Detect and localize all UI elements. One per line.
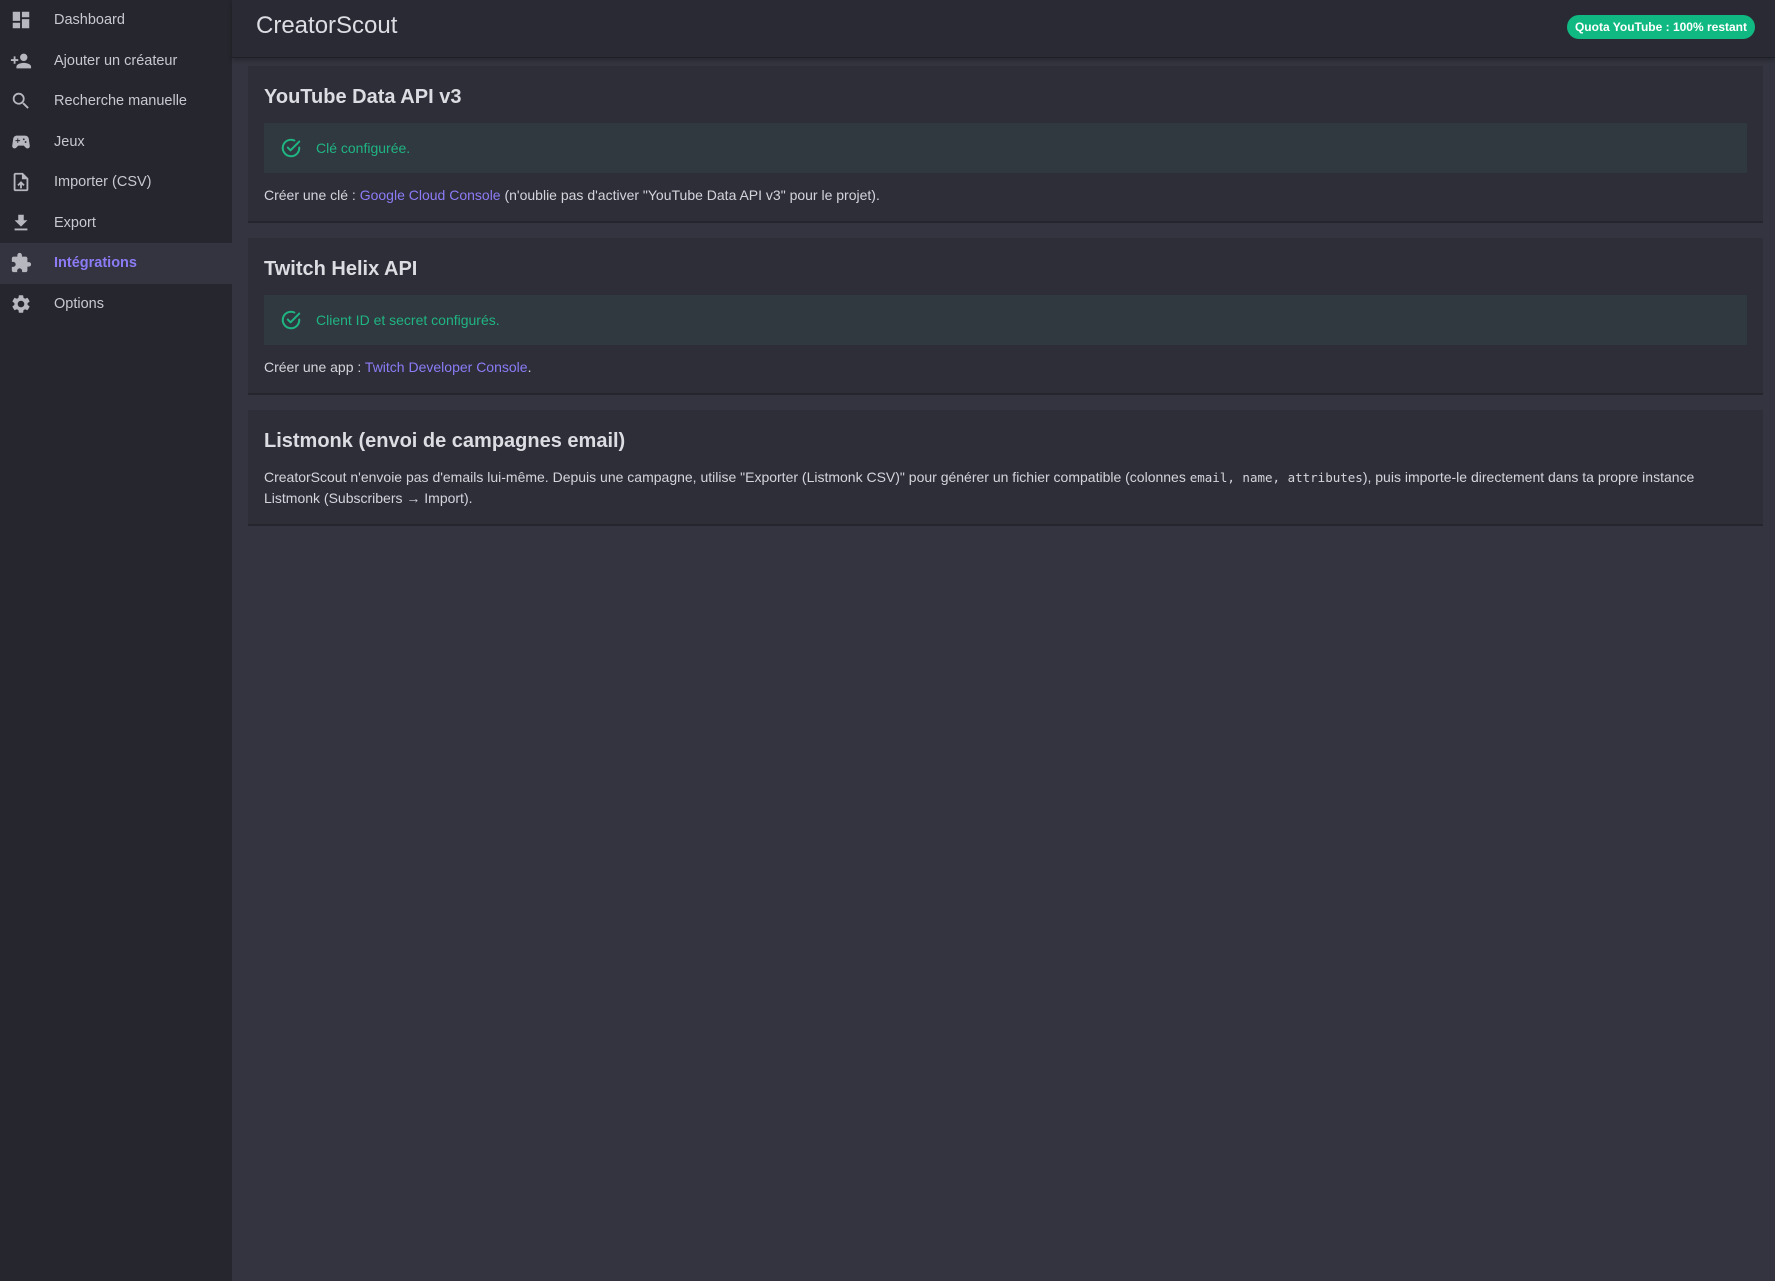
card-description: Créer une clé : Google Cloud Console (n'… — [264, 185, 1747, 205]
description-text: Créer une clé : — [264, 187, 360, 203]
gamepad-icon — [10, 131, 32, 153]
sidebar-item-add-creator[interactable]: Ajouter un créateur — [0, 41, 232, 82]
puzzle-icon — [10, 252, 32, 274]
alert-text: Clé configurée. — [316, 140, 411, 156]
sidebar-item-integrations[interactable]: Intégrations — [0, 243, 232, 284]
download-icon — [10, 212, 32, 234]
sidebar-item-dashboard[interactable]: Dashboard — [0, 0, 232, 41]
listmonk-card: Listmonk (envoi de campagnes email) Crea… — [248, 410, 1763, 526]
sidebar-item-label: Jeux — [54, 133, 85, 150]
sidebar-item-label: Ajouter un créateur — [54, 52, 178, 69]
sidebar-item-label: Recherche manuelle — [54, 93, 187, 110]
file-upload-icon — [10, 171, 32, 193]
description-text: Créer une app : — [264, 359, 365, 375]
card-description: Créer une app : Twitch Developer Console… — [264, 357, 1747, 377]
google-cloud-console-link[interactable]: Google Cloud Console — [360, 187, 501, 203]
sidebar-item-export[interactable]: Export — [0, 203, 232, 244]
sidebar-item-options[interactable]: Options — [0, 284, 232, 325]
gear-icon — [10, 293, 32, 315]
twitch-card: Twitch Helix API Client ID et secret con… — [248, 238, 1763, 395]
main-content: YouTube Data API v3 Clé configurée. Crée… — [248, 66, 1763, 541]
card-title: Twitch Helix API — [264, 258, 418, 280]
columns-code: email, name, attributes — [1189, 470, 1363, 485]
card-title: YouTube Data API v3 — [264, 86, 462, 108]
person-add-icon — [10, 50, 32, 72]
sidebar: Dashboard Ajouter un créateur Recherche … — [0, 0, 232, 1281]
sidebar-item-label: Options — [54, 295, 104, 312]
youtube-card: YouTube Data API v3 Clé configurée. Crée… — [248, 66, 1763, 223]
search-icon — [10, 90, 32, 112]
sidebar-item-label: Export — [54, 214, 96, 231]
description-text: . — [527, 359, 532, 375]
dashboard-icon — [10, 9, 32, 31]
check-circle-icon — [280, 309, 302, 331]
card-title: Listmonk (envoi de campagnes email) — [264, 430, 626, 452]
check-circle-icon — [280, 137, 302, 159]
quota-badge: Quota YouTube : 100% restant — [1566, 15, 1755, 39]
card-description: CreatorScout n'envoie pas d'emails lui-m… — [264, 467, 1747, 508]
sidebar-item-label: Importer (CSV) — [54, 174, 152, 191]
app-title: CreatorScout — [256, 12, 398, 39]
success-alert: Clé configurée. — [264, 123, 1747, 173]
sidebar-item-import-csv[interactable]: Importer (CSV) — [0, 162, 232, 203]
sidebar-item-games[interactable]: Jeux — [0, 122, 232, 163]
description-text: (n'oublie pas d'activer "YouTube Data AP… — [500, 187, 880, 203]
sidebar-item-label: Dashboard — [54, 12, 125, 29]
sidebar-item-manual-search[interactable]: Recherche manuelle — [0, 81, 232, 122]
alert-text: Client ID et secret configurés. — [316, 312, 500, 328]
description-text: CreatorScout n'envoie pas d'emails lui-m… — [264, 469, 1190, 485]
top-bar: CreatorScout Quota YouTube : 100% restan… — [232, 0, 1775, 58]
success-alert: Client ID et secret configurés. — [264, 295, 1747, 345]
twitch-developer-console-link[interactable]: Twitch Developer Console — [365, 359, 528, 375]
sidebar-item-label: Intégrations — [54, 255, 137, 272]
